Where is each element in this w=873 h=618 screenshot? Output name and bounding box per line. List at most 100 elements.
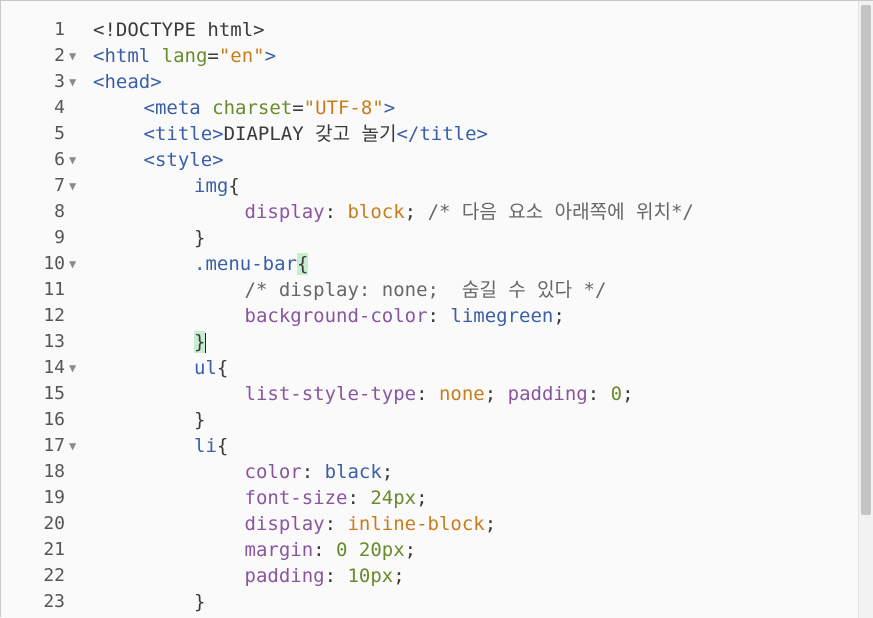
code-token: }: [194, 331, 206, 353]
code-line[interactable]: 12 background-color: limegreen;: [1, 303, 859, 329]
code-line[interactable]: 9}: [1, 225, 859, 251]
code-text: <!DOCTYPE html>: [93, 17, 265, 43]
code-text: <head>: [93, 69, 162, 95]
fold-arrow-icon[interactable]: ▼: [69, 173, 76, 199]
code-text: }: [194, 407, 205, 433]
code-token: <style>: [143, 149, 224, 171]
line-number: 9: [54, 227, 65, 248]
code-token: 0 20px: [336, 539, 405, 561]
line-number: 10: [43, 253, 65, 274]
code-text: display: inline-block;: [245, 511, 497, 537]
code-line[interactable]: 3 ▼ <head>: [1, 69, 859, 95]
code-line[interactable]: 13}: [1, 329, 859, 355]
line-number: 1: [54, 19, 65, 40]
code-text: }: [194, 329, 207, 355]
code-line[interactable]: 7 ▼ img{: [1, 173, 859, 199]
code-line[interactable]: 6 ▼ <style>: [1, 147, 859, 173]
code-token: ;: [416, 487, 428, 509]
code-token: "UTF-8": [303, 97, 384, 119]
line-number: 12: [43, 305, 65, 326]
code-token: "en": [218, 45, 265, 67]
fold-arrow-icon[interactable]: ▼: [69, 147, 76, 173]
fold-arrow-icon[interactable]: ▼: [69, 433, 76, 459]
line-number: 23: [43, 591, 65, 612]
code-line[interactable]: 19 font-size: 24px;: [1, 485, 859, 511]
fold-arrow-icon[interactable]: ▼: [69, 251, 76, 277]
code-token: padding: [244, 565, 325, 587]
code-line[interactable]: 11 /* display: none; 숨길 수 있다 */: [1, 277, 859, 303]
code-token: <meta: [143, 97, 213, 119]
line-number: 19: [43, 487, 65, 508]
code-text: padding: 10px;: [245, 563, 405, 589]
code-token: :: [324, 565, 348, 587]
code-token: :: [324, 513, 348, 535]
fold-arrow-icon[interactable]: ▼: [69, 43, 76, 69]
code-line[interactable]: 2 ▼ <html lang="en">: [1, 43, 859, 69]
line-number: 2: [54, 45, 65, 66]
code-token: :: [347, 487, 371, 509]
code-text: font-size: 24px;: [245, 485, 428, 511]
code-line[interactable]: 14 ▼ ul{: [1, 355, 859, 381]
code-line[interactable]: 15 list-style-type: none; padding: 0;: [1, 381, 859, 407]
code-token: inline-block: [347, 513, 485, 535]
code-token: {: [296, 253, 309, 275]
code-line[interactable]: 8 display: block; /* 다음 요소 아래쪽에 위치*/: [1, 199, 859, 225]
code-line[interactable]: 21 margin: 0 20px;: [1, 537, 859, 563]
code-text: margin: 0 20px;: [245, 537, 417, 563]
line-number: 18: [43, 461, 65, 482]
code-token: 0: [610, 383, 623, 405]
code-token: DIAPLAY 갖고 놀기: [223, 123, 397, 145]
code-token: }: [194, 227, 206, 249]
code-text: <style>: [144, 147, 224, 173]
code-line[interactable]: 20 display: inline-block;: [1, 511, 859, 537]
code-line[interactable]: 22 padding: 10px;: [1, 563, 859, 589]
line-number: 13: [43, 331, 65, 352]
code-line[interactable]: 4 <meta charset="UTF-8">: [1, 95, 859, 121]
line-number: 4: [54, 97, 65, 118]
code-token: display: [244, 513, 325, 535]
code-token: 24px: [370, 487, 417, 509]
code-token: limegreen: [450, 305, 554, 327]
code-line[interactable]: 18 color: black;: [1, 459, 859, 485]
code-text: <html lang="en">: [93, 43, 276, 69]
code-token: :: [301, 461, 325, 483]
line-number: 15: [43, 383, 65, 404]
code-token: <!DOCTYPE html>: [93, 19, 265, 41]
code-token: charset: [212, 97, 293, 119]
code-token: {: [216, 357, 229, 379]
fold-arrow-icon[interactable]: ▼: [69, 69, 76, 95]
code-line[interactable]: 5 <title>DIAPLAY 갖고 놀기</title>: [1, 121, 859, 147]
code-token: block: [347, 201, 405, 223]
code-token: li: [194, 435, 217, 457]
scrollbar-thumb[interactable]: [861, 5, 871, 515]
code-token: <head>: [93, 71, 162, 93]
vertical-scrollbar[interactable]: [858, 1, 873, 618]
line-number: 17: [43, 435, 65, 456]
code-token: ;: [622, 383, 634, 405]
code-token: :: [324, 201, 348, 223]
code-token: ul: [194, 357, 217, 379]
code-token: display: [244, 201, 325, 223]
code-token: ;: [553, 305, 565, 327]
code-area[interactable]: 1 <!DOCTYPE html> 2 ▼ <html lang="en"> 3 ▼ <hea…: [1, 17, 859, 615]
code-text: <title>DIAPLAY 갖고 놀기</title>: [144, 121, 488, 147]
code-token: </title>: [396, 123, 488, 145]
line-number: 16: [43, 409, 65, 430]
code-token: ;: [393, 565, 405, 587]
code-line[interactable]: 1 <!DOCTYPE html>: [1, 17, 859, 43]
code-text: .menu-bar{: [194, 251, 309, 277]
line-number: 7: [54, 175, 65, 196]
code-token: =: [207, 45, 219, 67]
code-editor[interactable]: 1 <!DOCTYPE html> 2 ▼ <html lang="en"> 3 ▼ <hea…: [0, 0, 873, 618]
code-line[interactable]: 10 ▼ .menu-bar{: [1, 251, 859, 277]
code-token: ;: [381, 461, 394, 483]
code-text: <meta charset="UTF-8">: [144, 95, 396, 121]
fold-arrow-icon[interactable]: ▼: [69, 355, 76, 381]
code-line[interactable]: 16}: [1, 407, 859, 433]
code-token: /* 다음 요소 아래쪽에 위치*/: [427, 201, 694, 223]
code-token: img: [194, 175, 229, 197]
line-number: 20: [43, 513, 65, 534]
code-line[interactable]: 23}: [1, 589, 859, 615]
code-token: :: [587, 383, 611, 405]
code-line[interactable]: 17 ▼ li{: [1, 433, 859, 459]
